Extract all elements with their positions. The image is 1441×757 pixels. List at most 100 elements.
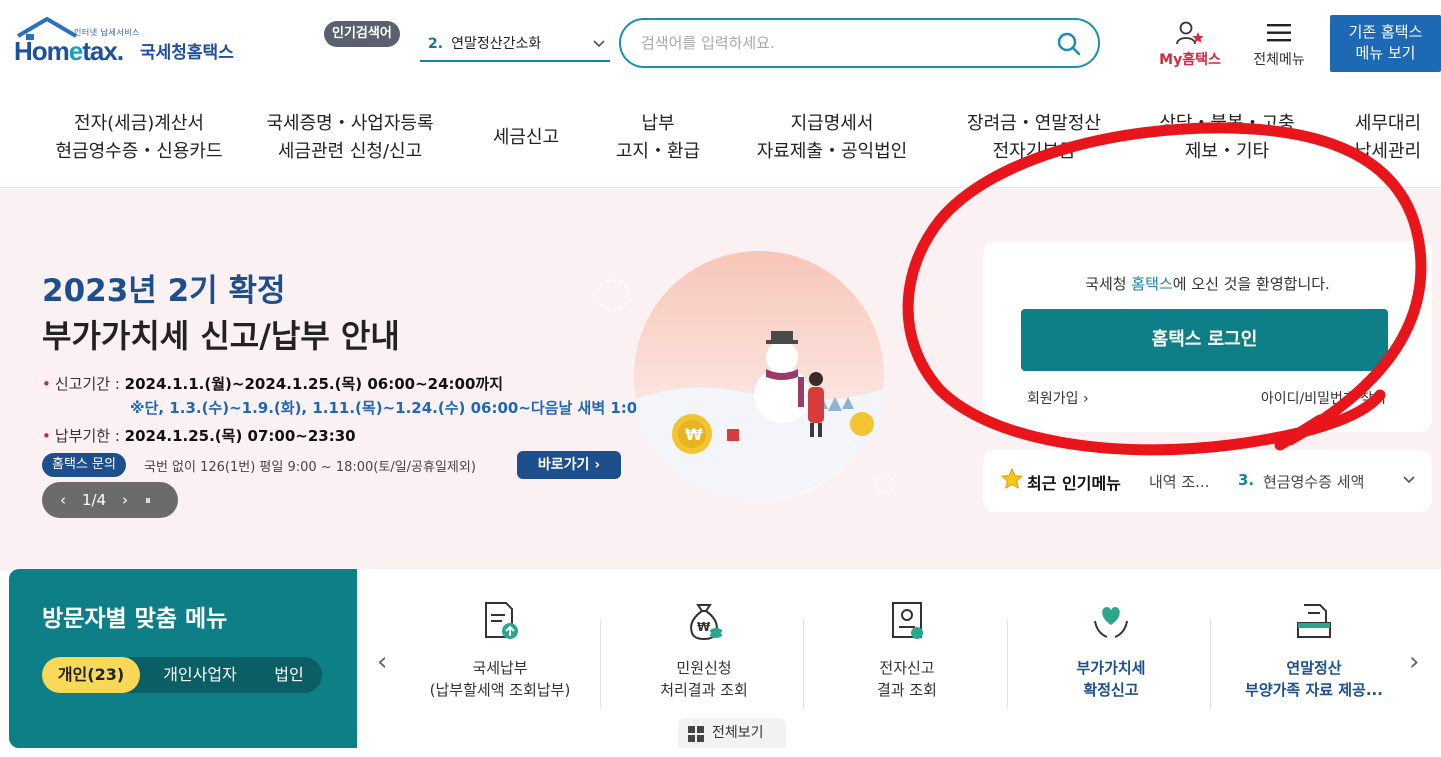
gnb-item-incentive[interactable]: 장려금・연말정산 전자기부금 [954,110,1114,166]
quick-item-year-end-settlement[interactable]: 연말정산 부양가족 자료 제공... [1212,599,1416,719]
quick-item-civil-request[interactable]: ₩ 민원신청 처리결과 조회 [602,599,806,719]
user-star-icon [1176,21,1204,45]
logo-korean-name: 국세청홈택스 [140,43,234,63]
gnb-item-label: 국세증명・사업자등록 [266,113,434,134]
banner-title: 2023년 2기 확정 [42,273,286,309]
quick-item-sublabel: 확정신고 [1083,681,1139,699]
gnb-item-certificates[interactable]: 국세증명・사업자등록 세금관련 신청/신고 [258,110,442,166]
star-icon [1001,468,1023,490]
tab-individual[interactable]: 개인(23) [42,657,140,693]
quick-item-sublabel: 부양가족 자료 제공... [1245,681,1383,699]
pause-button[interactable]: ⏸ [145,482,151,518]
login-button[interactable]: 홈택스 로그인 [1021,309,1388,371]
filing-period-label: 신고기간 : [54,375,125,393]
gnb-item-label: 장려금・연말정산 [967,113,1101,134]
popular-rank: 2. [428,36,444,52]
visitor-tabs: 개인(23) 개인사업자 법인 [42,657,322,693]
deadline-value: 2024.1.25.(목) 07:00~23:30 [124,427,356,445]
quick-item-label: 연말정산 [1286,659,1342,677]
go-shortcut-label: 바로가기 [537,457,590,473]
tab-sole-proprietor[interactable]: 개인사업자 [148,657,252,693]
gnb-item-label: 납세관리 [1354,141,1422,162]
quick-menu: ‹ › 국세납부 (납부할세액 조회납부) ₩ 민원신청 처리결과 조회 전자신… [357,569,1441,748]
filing-period-value: 2024.1.1.(월)~2024.1.25.(목) 06:00~24:00까지 [124,375,504,393]
banner-pager: ‹ 1/4 › ⏸ [42,482,178,518]
chevron-down-icon [592,28,606,73]
svg-text:₩: ₩ [697,620,711,634]
quick-item-national-tax-payment[interactable]: 국세납부 (납부할세액 조회납부) [398,599,602,719]
slide-counter: 1/4 [82,491,107,509]
login-panel: 국세청 홈택스에 오신 것을 환영합니다. 홈택스 로그인 회원가입 › 아이디… [983,242,1432,432]
hometax-inquiry-info: 국번 없이 126(1번) 평일 9:00 ~ 18:00(토/일/공휴일제외) [144,460,476,475]
recent-popular-menu[interactable]: 최근 인기메뉴 내역 조... 3. 현금영수증 세액 [983,450,1432,512]
grid-icon [688,726,704,742]
gnb-item-payment[interactable]: 납부 고지・환급 [606,110,710,166]
search-box [619,18,1100,68]
gnb-item-tax-agent[interactable]: 세무대리 납세관리 [1340,110,1436,166]
gnb-item-label: 전자(세금)계산서 [74,113,204,134]
snowflake-decoration [875,474,895,494]
divider [1007,619,1008,709]
recent-menu-item[interactable]: 현금영수증 세액 [1263,471,1364,492]
quick-item-label: 민원신청 [676,659,732,677]
gnb-item-label: 세금신고 [492,127,560,148]
view-all-button[interactable]: 전체보기 [678,718,786,748]
find-id-password-link[interactable]: 아이디/비밀번호 찾기 [1261,388,1386,408]
quick-item-e-filing-result[interactable]: 전자신고 결과 조회 [805,599,1009,719]
gnb-item-tax-filing[interactable]: 세금신고 [478,124,574,152]
heart-hands-icon [1094,607,1128,638]
all-menu-label: 전체메뉴 [1253,52,1305,68]
recent-menu-title: 최근 인기메뉴 [1027,474,1121,493]
gnb-item-e-invoice[interactable]: 전자(세금)계산서 현금영수증・신용카드 [54,110,224,166]
gnb-item-label: 자료제출・공익법인 [756,141,908,162]
svg-text:₩: ₩ [685,425,703,444]
gnb-item-label: 고지・환급 [615,141,701,162]
hometax-logo[interactable]: 인터넷 납세서비스 Hometax. 국세청홈택스 [12,16,252,76]
prev-slide-button[interactable]: ‹ [60,482,66,518]
chevron-left-icon[interactable]: ‹ [377,647,387,677]
search-icon[interactable] [1056,31,1082,57]
gnb-item-label: 지급명세서 [790,113,874,134]
hometax-inquiry-badge: 홈택스 문의 [42,453,126,477]
gnb-item-payment-statement[interactable]: 지급명세서 자료제출・공익법인 [748,110,916,166]
popular-search-select[interactable]: 2. 연말정산간소화 [420,28,610,62]
bullet: • [42,375,51,393]
my-hometax-button[interactable]: My홈택스 [1150,18,1230,70]
bullet: • [42,427,51,445]
all-menu-button[interactable]: 전체메뉴 [1244,18,1314,70]
logo-wordmark: Hometax. [14,36,124,66]
quick-item-sublabel: 결과 조회 [877,681,937,699]
gnb-item-label: 상담・불복・고충 [1159,113,1295,134]
gnb-item-consultation[interactable]: 상담・불복・고충 제보・기타 [1148,110,1306,166]
document-upload-icon [485,602,518,639]
go-shortcut-button[interactable]: 바로가기 › [517,451,621,479]
recent-menu-rank: 3. [1238,471,1255,489]
visitor-menu-title: 방문자별 맞춤 메뉴 [42,606,228,632]
quick-item-vat-filing[interactable]: 부가가치세 확정신고 [1009,599,1213,719]
chevron-down-icon[interactable] [1401,469,1417,493]
folder-doc-icon [1297,604,1331,638]
gnb-item-label: 납부 [641,113,675,134]
my-hometax-label: My홈택스 [1159,52,1221,68]
recent-menu-item[interactable]: 내역 조... [1149,471,1209,492]
welcome-message: 국세청 홈택스에 오신 것을 환영합니다. [1085,275,1330,293]
divider [1210,619,1211,709]
next-slide-button[interactable]: › [122,482,128,518]
divider [600,619,601,709]
legacy-menu-button[interactable]: 기존 홈택스 메뉴 보기 [1330,15,1441,72]
quick-item-label: 국세납부 [472,659,528,677]
snowflake-decoration [596,278,630,312]
deadline-label: 납부기한 : [54,427,125,445]
payment-deadline: • 납부기한 : 2024.1.25.(목) 07:00~23:30 [42,425,356,446]
quick-item-sublabel: 처리결과 조회 [660,681,748,699]
search-input[interactable] [641,30,1041,56]
visitor-menu-panel: 방문자별 맞춤 메뉴 개인(23) 개인사업자 법인 [9,569,357,748]
hamburger-menu-icon [1267,24,1291,42]
gnb-item-label: 세무대리 [1354,113,1422,134]
quick-item-label: 부가가치세 [1076,659,1146,677]
view-all-label: 전체보기 [712,725,764,741]
chevron-right-icon: › [594,457,601,473]
tab-corporation[interactable]: 법인 [260,657,318,693]
filing-period-note: ※단, 1.3.(수)~1.9.(화), 1.11.(목)~1.24.(수) 0… [130,399,648,417]
signup-link[interactable]: 회원가입 › [1027,388,1089,408]
